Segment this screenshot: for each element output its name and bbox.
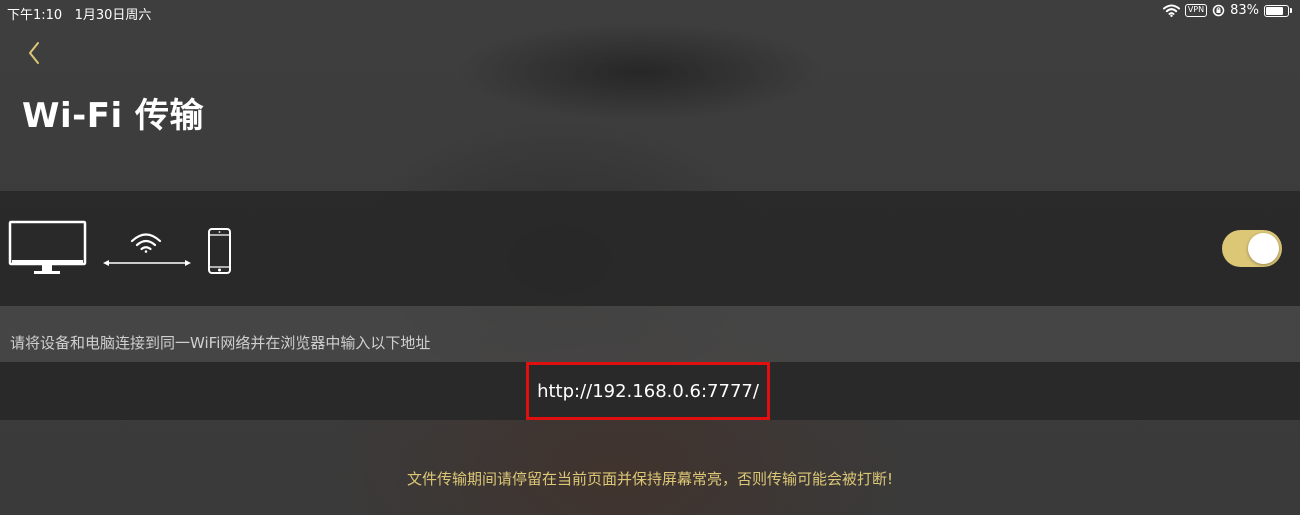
vpn-badge: VPN — [1184, 4, 1208, 17]
battery-tip — [1290, 8, 1292, 13]
orientation-lock-icon — [1212, 4, 1225, 17]
status-time-date: 下午1:10 1月30日周六 — [7, 4, 151, 23]
status-time: 下午1:10 — [7, 8, 63, 23]
transfer-panel — [0, 191, 1300, 306]
battery-icon — [1264, 4, 1289, 17]
wifi-transfer-toggle[interactable] — [1222, 230, 1282, 267]
warning-text: 文件传输期间请停留在当前页面并保持屏幕常亮，否则传输可能会被打断! — [406, 470, 894, 488]
status-indicators: VPN 83% — [1162, 3, 1292, 18]
instruction-text: 请将设备和电脑连接到同一WiFi网络并在浏览器中输入以下地址 — [10, 334, 431, 352]
double-arrow-icon — [103, 260, 191, 266]
battery-fill — [1266, 6, 1284, 15]
instruction-row: 请将设备和电脑连接到同一WiFi网络并在浏览器中输入以下地址 — [0, 306, 1300, 362]
transfer-illustration — [8, 220, 231, 274]
page-title: Wi-Fi 传输 — [22, 96, 204, 136]
battery-percent: 83% — [1230, 3, 1259, 18]
wifi-icon — [130, 233, 162, 253]
toggle-knob — [1248, 233, 1279, 264]
back-button[interactable] — [22, 38, 46, 68]
url-highlight-box: http://192.168.0.6:7777/ — [526, 362, 770, 420]
chevron-left-icon — [29, 42, 39, 64]
phone-icon — [208, 228, 231, 274]
status-date: 1月30日周六 — [74, 8, 152, 23]
url-text[interactable]: http://192.168.0.6:7777/ — [537, 381, 759, 402]
monitor-icon — [8, 220, 87, 274]
wifi-status-icon — [1162, 4, 1180, 17]
url-row: http://192.168.0.6:7777/ — [0, 362, 1300, 420]
status-bar: 下午1:10 1月30日周六 VPN 83% — [0, 0, 1300, 24]
